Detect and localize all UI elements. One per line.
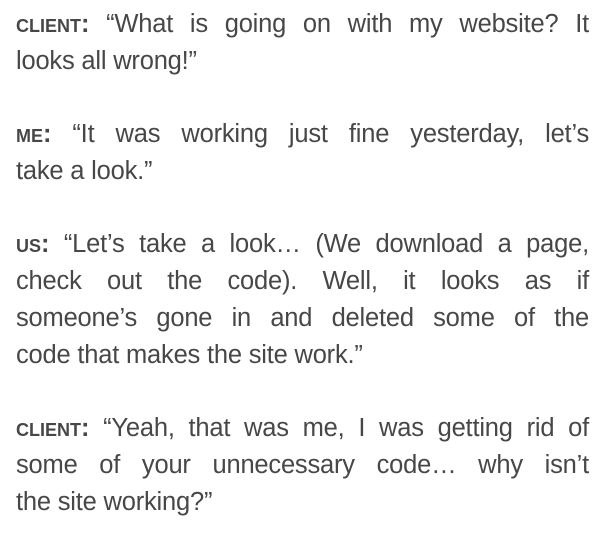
dialogue-line: someone’s gone in and deleted some of th… — [16, 300, 589, 337]
dialogue-text: “Yeah, that was me, I was getting rid of — [103, 414, 589, 442]
speaker-label: client — [16, 414, 81, 442]
dialogue-text: some of your unnecessary code… why isn’t — [16, 451, 589, 479]
dialogue-text: check out the code). Well, it looks as i… — [16, 267, 589, 295]
dialogue-line: code that makes the site work.” — [16, 337, 589, 374]
dialogue-text: “What is going on with my website? It — [106, 10, 589, 38]
speaker-colon: : — [43, 120, 52, 148]
dialogue-line: take a look.” — [16, 153, 589, 190]
dialogue-line: client: “What is going on with my websit… — [16, 6, 589, 43]
dialogue-text: “Let’s take a look… (We download a page, — [63, 230, 589, 258]
dialogue-line: client: “Yeah, that was me, I was gettin… — [16, 410, 589, 447]
dialogue-line: some of your unnecessary code… why isn’t — [16, 447, 589, 484]
dialogue-text: looks all wrong!” — [16, 47, 197, 75]
dialogue-entry: client: “What is going on with my websit… — [16, 6, 597, 80]
speaker-label: client — [16, 10, 81, 38]
dialogue-entry: client: “Yeah, that was me, I was gettin… — [16, 410, 597, 521]
dialogue-line: us: “Let’s take a look… (We download a p… — [16, 226, 589, 263]
dialogue-text: “It was working just fine yesterday, let… — [72, 120, 589, 148]
dialogue-line: check out the code). Well, it looks as i… — [16, 263, 589, 300]
speaker-colon: : — [41, 230, 50, 258]
speaker-colon: : — [81, 10, 90, 38]
dialogue-text: take a look.” — [16, 157, 153, 185]
dialogue-page: client: “What is going on with my websit… — [0, 0, 613, 543]
dialogue-entry: us: “Let’s take a look… (We download a p… — [16, 226, 597, 374]
dialogue-text: code that makes the site work.” — [16, 341, 363, 369]
speaker-colon: : — [81, 414, 90, 442]
dialogue-line: the site working?” — [16, 484, 589, 521]
dialogue-line: looks all wrong!” — [16, 43, 589, 80]
speaker-label: us — [16, 230, 42, 258]
dialogue-entry: me: “It was working just fine yesterday,… — [16, 116, 597, 190]
dialogue-text: the site working?” — [16, 488, 213, 516]
dialogue-text: someone’s gone in and deleted some of th… — [16, 304, 589, 332]
speaker-label: me — [16, 120, 43, 148]
dialogue-line: me: “It was working just fine yesterday,… — [16, 116, 589, 153]
